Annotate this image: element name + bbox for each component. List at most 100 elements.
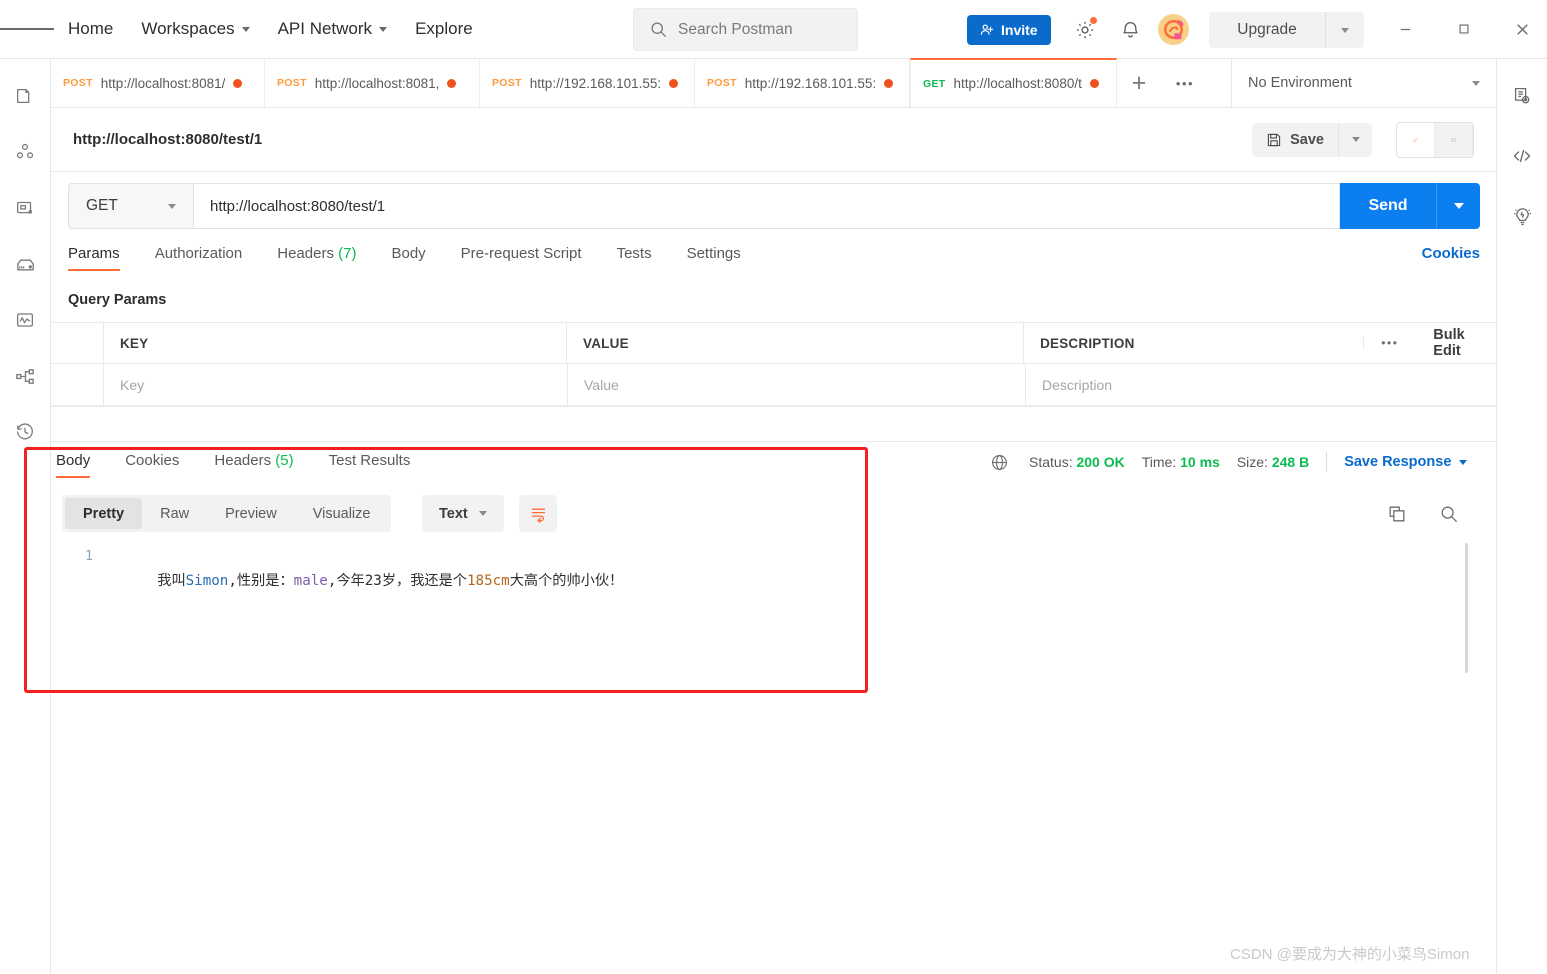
nav-item-workspaces[interactable]: Workspaces <box>127 13 263 45</box>
cookies-link[interactable]: Cookies <box>1422 245 1480 262</box>
row-checkbox[interactable] <box>51 363 104 406</box>
nav-item-api-network[interactable]: API Network <box>264 13 401 45</box>
word-wrap-icon[interactable] <box>519 495 557 532</box>
environments-icon[interactable] <box>10 193 40 223</box>
response-tab-body[interactable]: Body <box>56 452 91 478</box>
request-tab-1[interactable]: POST http://localhost:8081/ <box>51 59 265 107</box>
chevron-down-icon[interactable] <box>1326 27 1364 33</box>
hamburger-menu-icon[interactable] <box>0 26 54 33</box>
tab-pre-request-script[interactable]: Pre-request Script <box>461 245 582 271</box>
value-input[interactable]: Value <box>568 363 1026 406</box>
response-body-viewer[interactable]: 1 我叫Simon,性别是：male,今年23岁，我还是个185cm大高个的帅小… <box>62 545 1452 685</box>
tab-method: POST <box>277 77 307 89</box>
view-mode-visualize[interactable]: Visualize <box>295 498 389 529</box>
tab-params[interactable]: Params <box>68 245 120 271</box>
tab-pre-request-script-label: Pre-request Script <box>460 245 582 262</box>
key-input[interactable]: Key <box>104 363 568 406</box>
history-icon[interactable] <box>10 417 40 447</box>
monitors-icon[interactable] <box>10 305 40 335</box>
response-tab-cookies[interactable]: Cookies <box>125 452 179 478</box>
nav-item-home[interactable]: Home <box>54 13 127 45</box>
code-snippet-icon[interactable] <box>1507 141 1537 171</box>
request-tab-5-active[interactable]: GET http://localhost:8080/t <box>910 58 1117 107</box>
invite-button[interactable]: Invite <box>967 15 1051 45</box>
unsaved-indicator-dot <box>447 78 457 88</box>
response-section-tabs: Body Cookies Headers (5) Test Results <box>56 452 445 478</box>
tab-settings[interactable]: Settings <box>687 245 741 271</box>
response-body-line-1: 我叫Simon,性别是：male,今年23岁，我还是个185cm大高个的帅小伙！ <box>106 545 623 685</box>
size-badge: Size: 248 B <box>1237 454 1309 470</box>
view-mode-preview[interactable]: Preview <box>207 498 295 529</box>
response-scrollbar[interactable] <box>1465 543 1468 673</box>
collections-icon[interactable] <box>10 81 40 111</box>
save-label: Save <box>1290 131 1324 148</box>
tab-method: GET <box>923 77 946 90</box>
copy-icon[interactable] <box>1386 503 1408 525</box>
save-response-button[interactable]: Save Response <box>1344 454 1468 470</box>
user-avatar[interactable] <box>1158 14 1189 45</box>
http-method-selector[interactable]: GET <box>68 183 193 229</box>
tab-headers[interactable]: Headers (7) <box>277 245 356 271</box>
nav-item-explore[interactable]: Explore <box>401 13 487 45</box>
search-icon[interactable] <box>1438 503 1460 525</box>
comment-icon[interactable] <box>1435 122 1473 157</box>
save-button[interactable]: Save <box>1252 122 1338 157</box>
save-dropdown-button[interactable] <box>1338 122 1372 157</box>
window-minimize-button[interactable] <box>1392 16 1418 42</box>
window-close-button[interactable] <box>1509 16 1535 42</box>
tab-method: POST <box>63 77 93 89</box>
settings-gear-icon[interactable] <box>1069 14 1101 46</box>
body-seg-8: 大高个的帅小伙！ <box>509 573 624 589</box>
tab-body-label: Body <box>391 245 426 262</box>
response-view-mode-toggle: Pretty Raw Preview Visualize <box>62 495 392 532</box>
mock-servers-icon[interactable] <box>10 249 40 279</box>
save-group: Save <box>1252 121 1474 158</box>
upgrade-button[interactable]: Upgrade <box>1209 12 1364 48</box>
apis-icon[interactable] <box>10 137 40 167</box>
request-tab-4[interactable]: POST http://192.168.101.55: <box>695 59 910 107</box>
tabs-more-options-icon[interactable]: ••• <box>1161 59 1209 107</box>
edit-pencil-icon[interactable] <box>1397 122 1435 157</box>
response-divider <box>51 441 1496 442</box>
request-tab-2[interactable]: POST http://localhost:8081, <box>265 59 480 107</box>
environment-quick-look-icon[interactable] <box>1507 81 1537 111</box>
request-tab-3[interactable]: POST http://192.168.101.55: <box>480 59 695 107</box>
search-placeholder: Search Postman <box>678 20 793 38</box>
chevron-down-icon <box>168 203 176 209</box>
search-input[interactable]: Search Postman <box>633 8 858 51</box>
lightbulb-icon[interactable] <box>1507 201 1537 231</box>
table-more-options-icon[interactable]: ••• <box>1363 336 1415 350</box>
send-button[interactable]: Send <box>1340 183 1436 229</box>
tab-authorization[interactable]: Authorization <box>155 245 243 271</box>
new-tab-button[interactable]: + <box>1117 59 1161 107</box>
bulk-edit-button[interactable]: Bulk Edit <box>1415 327 1496 359</box>
table-header-row: KEY VALUE DESCRIPTION ••• Bulk Edit <box>51 322 1496 364</box>
http-method-value: GET <box>86 197 118 214</box>
status-label: Status: <box>1029 454 1073 470</box>
url-input[interactable]: http://localhost:8080/test/1 <box>193 183 1340 229</box>
send-dropdown-button[interactable] <box>1436 183 1480 229</box>
tab-url: http://192.168.101.55: <box>529 75 662 91</box>
description-input[interactable]: Description <box>1026 364 1366 406</box>
section-divider <box>51 406 1496 407</box>
view-mode-raw[interactable]: Raw <box>142 498 207 529</box>
tab-body[interactable]: Body <box>391 245 425 271</box>
response-format-selector[interactable]: Text <box>422 495 504 532</box>
settings-notification-badge <box>1089 16 1098 25</box>
unsaved-indicator-dot <box>669 78 679 88</box>
tab-headers-label: Headers <box>277 245 334 262</box>
flows-icon[interactable] <box>10 361 40 391</box>
response-tab-headers[interactable]: Headers (5) <box>214 452 293 478</box>
response-tab-test-results[interactable]: Test Results <box>329 452 411 478</box>
tab-tests[interactable]: Tests <box>617 245 652 271</box>
window-maximize-button[interactable] <box>1451 16 1477 42</box>
table-row[interactable]: Key Value Description <box>51 363 1496 406</box>
upgrade-label: Upgrade <box>1237 21 1297 38</box>
save-disk-icon <box>1266 132 1282 148</box>
notifications-bell-icon[interactable] <box>1114 14 1146 46</box>
environment-selector[interactable]: No Environment <box>1231 59 1496 107</box>
request-tab-strip: POST http://localhost:8081/ POST http://… <box>51 58 1496 108</box>
view-mode-pretty[interactable]: Pretty <box>65 498 143 529</box>
globe-icon <box>990 453 1009 472</box>
size-value: 248 B <box>1271 454 1310 470</box>
